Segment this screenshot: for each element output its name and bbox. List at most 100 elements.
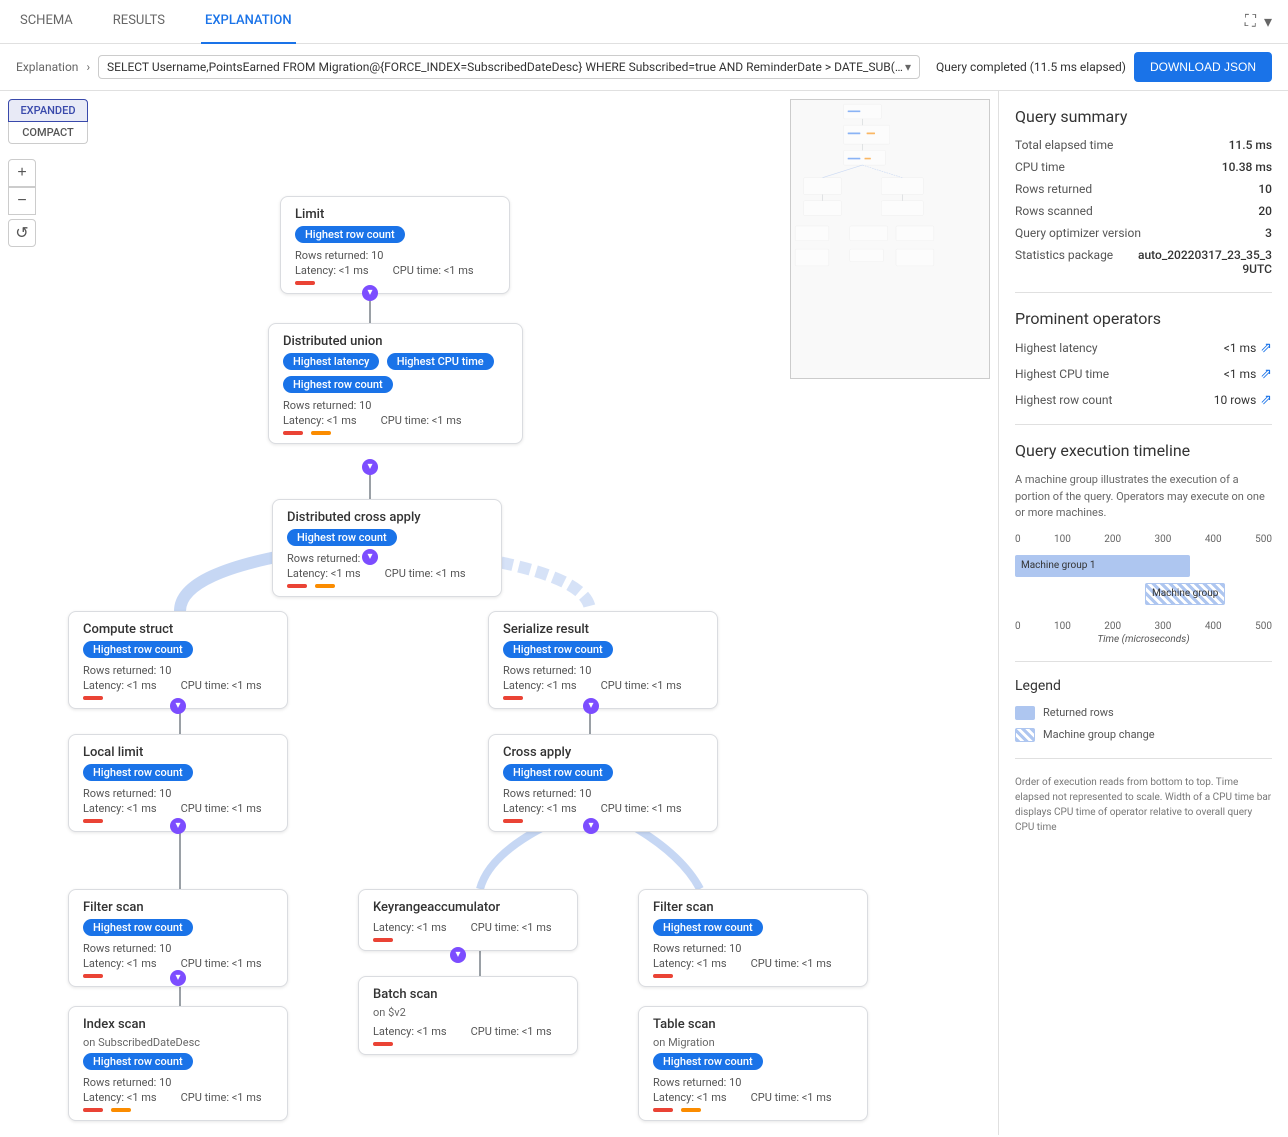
rowcount-link-icon[interactable]: ⇗ xyxy=(1260,392,1272,408)
cpu-bar xyxy=(311,431,331,435)
node-fs2-rows: Rows returned: 10 xyxy=(653,942,853,955)
latency-bar xyxy=(373,1042,393,1046)
prominent-row-count: Highest row count 10 rows ⇗ xyxy=(1015,392,1272,408)
node-batch-scan[interactable]: Batch scan on $v2 Latency: <1 ms CPU tim… xyxy=(358,976,578,1055)
node-ts-rows: Rows returned: 10 xyxy=(653,1076,853,1089)
node-fs2-badge: Highest row count xyxy=(653,919,763,936)
node-dca-badge: Highest row count xyxy=(287,529,397,546)
latency-bar xyxy=(83,696,103,700)
tab-schema[interactable]: SCHEMA xyxy=(16,0,77,44)
node-is-title: Index scan xyxy=(83,1017,273,1032)
breadcrumb-label: Explanation xyxy=(16,60,78,74)
node-du-badge3: Highest row count xyxy=(283,376,393,393)
mg1-label: Machine group 1 xyxy=(1021,560,1096,571)
node-fs1-rows: Rows returned: 10 xyxy=(83,942,273,955)
latency-bar xyxy=(283,431,303,435)
legend-swatch-blue xyxy=(1015,706,1035,720)
node-is-badge: Highest row count xyxy=(83,1053,193,1070)
connector-cs xyxy=(170,698,186,714)
query-select[interactable]: SELECT Username,PointsEarned FROM Migrat… xyxy=(98,55,920,79)
zoom-reset-button[interactable]: ↺ xyxy=(8,219,36,247)
node-sr-rows: Rows returned: 10 xyxy=(503,664,703,677)
tab-actions: ⛶ ▾ xyxy=(1245,12,1272,32)
node-dca-rows: Rows returned: 10 xyxy=(287,552,487,565)
query-summary-title: Query summary xyxy=(1015,107,1272,126)
node-du-badge2: Highest CPU time xyxy=(387,353,494,370)
node-filter-scan-2[interactable]: Filter scan Highest row count Rows retur… xyxy=(638,889,868,987)
zoom-out-button[interactable]: − xyxy=(8,187,36,215)
stat-cpu: CPU time 10.38 ms xyxy=(1015,160,1272,174)
legend-returned-rows-label: Returned rows xyxy=(1043,706,1114,719)
timeline-title: Query execution timeline xyxy=(1015,441,1272,460)
node-fs2-metrics: Latency: <1 ms CPU time: <1 ms xyxy=(653,957,853,970)
expand-button[interactable]: ▾ xyxy=(1264,12,1272,32)
node-is-rows: Rows returned: 10 xyxy=(83,1076,273,1089)
legend-section: Legend Returned rows Machine group chang… xyxy=(1015,678,1272,742)
view-compact-button[interactable]: COMPACT xyxy=(8,122,88,144)
prominent-operators-title: Prominent operators xyxy=(1015,309,1272,328)
node-sr-badge: Highest row count xyxy=(503,641,613,658)
node-keyrange[interactable]: Keyrangeaccumulator Latency: <1 ms CPU t… xyxy=(358,889,578,951)
tabs: SCHEMA RESULTS EXPLANATION xyxy=(16,0,296,44)
chart-bars: Machine group 1 Machine group xyxy=(1015,547,1272,617)
view-expanded-button[interactable]: EXPANDED xyxy=(8,99,88,122)
node-kr-bars xyxy=(373,938,563,942)
node-du-badge1: Highest latency xyxy=(283,353,379,370)
node-distributed-cross-apply[interactable]: Distributed cross apply Highest row coun… xyxy=(272,499,502,597)
node-dca-title: Distributed cross apply xyxy=(287,510,487,525)
latency-link-icon[interactable]: ⇗ xyxy=(1260,340,1272,356)
query-dropdown-arrow: ▾ xyxy=(905,60,911,74)
node-table-scan[interactable]: Table scan on Migration Highest row coun… xyxy=(638,1006,868,1121)
machine-group-2-bar: Machine group xyxy=(1145,583,1225,605)
bar2 xyxy=(111,1108,131,1112)
node-du-title: Distributed union xyxy=(283,334,508,349)
cpu-link-icon[interactable]: ⇗ xyxy=(1260,366,1272,382)
node-cs-badge: Highest row count xyxy=(83,641,193,658)
node-fs1-metrics: Latency: <1 ms CPU time: <1 ms xyxy=(83,957,273,970)
node-is-metrics: Latency: <1 ms CPU time: <1 ms xyxy=(83,1091,273,1104)
connector-dca xyxy=(362,549,378,565)
node-du-rows: Rows returned: 10 xyxy=(283,399,508,412)
legend-swatch-stripe xyxy=(1015,728,1035,742)
node-ts-subtitle: on Migration xyxy=(653,1036,853,1049)
node-index-scan[interactable]: Index scan on SubscribedDateDesc Highest… xyxy=(68,1006,288,1121)
connector-ca xyxy=(583,818,599,834)
tab-results[interactable]: RESULTS xyxy=(109,0,169,44)
node-ts-bars xyxy=(653,1108,853,1112)
stat-rows-returned: Rows returned 10 xyxy=(1015,182,1272,196)
machine-group-1-bar: Machine group 1 xyxy=(1015,555,1190,577)
node-limit[interactable]: Limit Highest row count Rows returned: 1… xyxy=(280,196,510,294)
node-limit-rows: Rows returned: 10 xyxy=(295,249,495,262)
diagram-nodes: Limit Highest row count Rows returned: 1… xyxy=(0,91,998,1135)
download-json-button[interactable]: DOWNLOAD JSON xyxy=(1134,52,1272,82)
node-fs1-badge: Highest row count xyxy=(83,919,193,936)
chart-top-axis: 0 100 200 300 400 500 xyxy=(1015,534,1272,545)
node-cross-apply[interactable]: Cross apply Highest row count Rows retur… xyxy=(488,734,718,832)
query-summary-section: Query summary Total elapsed time 11.5 ms… xyxy=(1015,107,1272,276)
stat-elapsed: Total elapsed time 11.5 ms xyxy=(1015,138,1272,152)
diagram-panel: EXPANDED COMPACT + − ↺ xyxy=(0,91,998,1135)
view-controls: EXPANDED COMPACT xyxy=(8,99,88,144)
node-fs2-bars xyxy=(653,974,853,978)
node-ca-rows: Rows returned: 10 xyxy=(503,787,703,800)
zoom-in-button[interactable]: + xyxy=(8,159,36,187)
tab-explanation[interactable]: EXPLANATION xyxy=(201,0,296,44)
node-compute-struct[interactable]: Compute struct Highest row count Rows re… xyxy=(68,611,288,709)
node-bs-metrics: Latency: <1 ms CPU time: <1 ms xyxy=(373,1025,563,1038)
prominent-operators-section: Prominent operators Highest latency <1 m… xyxy=(1015,309,1272,408)
node-ll-metrics: Latency: <1 ms CPU time: <1 ms xyxy=(83,802,273,815)
node-bs-bars xyxy=(373,1042,563,1046)
stat-statistics: Statistics package auto_20220317_23_35_3… xyxy=(1015,248,1272,276)
latency-bar xyxy=(653,974,673,978)
bar1 xyxy=(653,1108,673,1112)
node-cs-rows: Rows returned: 10 xyxy=(83,664,273,677)
stat-optimizer: Query optimizer version 3 xyxy=(1015,226,1272,240)
bar1 xyxy=(83,1108,103,1112)
node-serialize-result[interactable]: Serialize result Highest row count Rows … xyxy=(488,611,718,709)
node-du-metrics: Latency: <1 ms CPU time: <1 ms xyxy=(283,414,508,427)
node-distributed-union[interactable]: Distributed union Highest latency Highes… xyxy=(268,323,523,444)
prominent-latency: Highest latency <1 ms ⇗ xyxy=(1015,340,1272,356)
connector-ll xyxy=(170,818,186,834)
fullscreen-button[interactable]: ⛶ xyxy=(1245,13,1256,31)
node-limit-title: Limit xyxy=(295,207,495,222)
